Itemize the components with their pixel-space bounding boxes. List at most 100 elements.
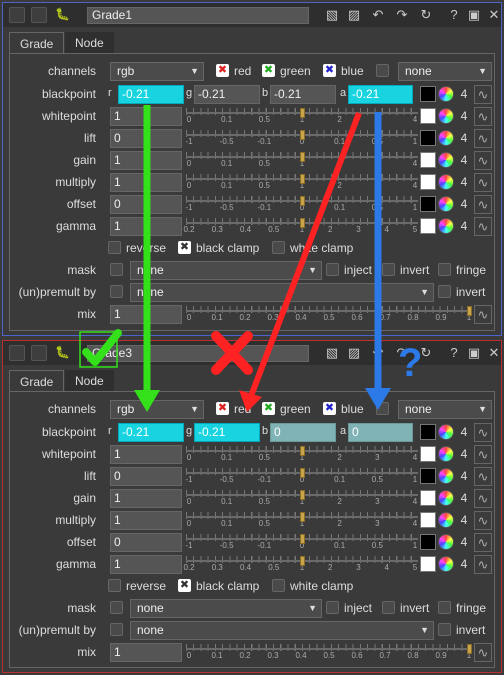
curve-icon[interactable]: ∿ (474, 173, 492, 192)
viewer-color-icon[interactable]: ▨ (345, 6, 363, 24)
close-icon[interactable]: ✕ (485, 344, 503, 362)
black-clamp-checkbox[interactable]: ✖ (178, 241, 191, 254)
tab-node[interactable]: Node (65, 370, 114, 392)
channel-count-button[interactable]: 4 (456, 152, 472, 169)
offset-color-swatch[interactable] (420, 534, 436, 550)
blue-checkbox[interactable]: ✖ (323, 64, 336, 77)
collapse-button[interactable] (9, 345, 25, 361)
color-wheel-icon[interactable] (438, 130, 454, 146)
lift-color-swatch[interactable] (420, 130, 436, 146)
lift-input[interactable]: 0 (110, 129, 182, 148)
viewer-toggle-button[interactable] (31, 345, 47, 361)
multiply-input[interactable]: 1 (110, 173, 182, 192)
green-checkbox[interactable]: ✖ (262, 64, 275, 77)
lift-slider[interactable]: -1 -0.5 -0.1 0 0.1 0.5 1 (185, 468, 418, 485)
blackpoint-b-input[interactable]: 0 (270, 423, 336, 442)
premult-dropdown[interactable]: none ▼ (130, 621, 434, 640)
channel-count-button[interactable]: 4 (456, 556, 472, 573)
blackpoint-g-input[interactable]: -0.21 (194, 423, 260, 442)
slider-handle[interactable] (467, 306, 472, 316)
gamma-input[interactable]: 1 (110, 217, 182, 236)
redo-icon[interactable]: ↷ (393, 344, 411, 362)
revert-icon[interactable]: ↻ (417, 6, 435, 24)
white-clamp-checkbox[interactable] (272, 241, 285, 254)
gamma-color-swatch[interactable] (420, 218, 436, 234)
curve-icon[interactable]: ∿ (474, 107, 492, 126)
whitepoint-slider[interactable]: 0 0.1 0.5 1 2 3 4 (186, 108, 418, 125)
gain-color-swatch[interactable] (420, 152, 436, 168)
lift-input[interactable]: 0 (110, 467, 182, 486)
node-name-field[interactable]: Grade3 (87, 345, 309, 362)
mask-checkbox[interactable] (110, 263, 123, 276)
node-color-icon[interactable]: ▧ (323, 344, 341, 362)
channel-count-button[interactable]: 4 (456, 108, 472, 125)
offset-input[interactable]: 0 (110, 195, 182, 214)
gamma-color-swatch[interactable] (420, 556, 436, 572)
redo-icon[interactable]: ↷ (393, 6, 411, 24)
channel-count-button[interactable]: 4 (456, 534, 472, 551)
curve-icon[interactable]: ∿ (474, 423, 492, 442)
undo-icon[interactable]: ↶ (369, 6, 387, 24)
gamma-slider[interactable]: 0.2 0.3 0.4 0.5 1 2 3 4 5 (183, 556, 418, 573)
curve-icon[interactable]: ∿ (474, 129, 492, 148)
color-wheel-icon[interactable] (438, 196, 454, 212)
curve-icon[interactable]: ∿ (474, 151, 492, 170)
curve-icon[interactable]: ∿ (474, 511, 492, 530)
gain-input[interactable]: 1 (110, 151, 182, 170)
node-color-icon[interactable]: ▧ (323, 6, 341, 24)
float-icon[interactable]: ▣ (465, 344, 483, 362)
curve-icon[interactable]: ∿ (474, 195, 492, 214)
offset-slider[interactable]: -1 -0.5 -0.1 0 0.1 0.5 1 (185, 196, 418, 213)
curve-icon[interactable]: ∿ (474, 467, 492, 486)
red-checkbox[interactable]: ✖ (216, 402, 229, 415)
undo-icon[interactable]: ↶ (369, 344, 387, 362)
inject-checkbox[interactable] (326, 601, 339, 614)
slider-handle[interactable] (467, 644, 472, 654)
mix-input[interactable]: 1 (110, 643, 182, 662)
fringe-checkbox[interactable] (438, 601, 451, 614)
multiply-color-swatch[interactable] (420, 174, 436, 190)
invert-checkbox[interactable] (382, 601, 395, 614)
channels-dropdown[interactable]: rgb ▼ (110, 62, 204, 81)
mask-dropdown[interactable]: none ▼ (130, 599, 322, 618)
lift-color-swatch[interactable] (420, 468, 436, 484)
fringe-checkbox[interactable] (438, 263, 451, 276)
revert-icon[interactable]: ↻ (417, 344, 435, 362)
whitepoint-input[interactable]: 1 (110, 107, 182, 126)
invert-checkbox[interactable] (382, 263, 395, 276)
channel-count-button[interactable]: 4 (456, 218, 472, 235)
lift-slider[interactable]: -1 -0.5 -0.1 0 0.1 0.5 1 (185, 130, 418, 147)
slider-handle[interactable] (300, 446, 305, 456)
offset-color-swatch[interactable] (420, 196, 436, 212)
inject-checkbox[interactable] (326, 263, 339, 276)
help-icon[interactable]: ? (445, 6, 463, 24)
premult-checkbox[interactable] (110, 623, 123, 636)
premult-dropdown[interactable]: none ▼ (130, 283, 434, 302)
channel-count-button[interactable]: 4 (456, 468, 472, 485)
offset-input[interactable]: 0 (110, 533, 182, 552)
gain-input[interactable]: 1 (110, 489, 182, 508)
color-wheel-icon[interactable] (438, 446, 454, 462)
help-icon[interactable]: ? (445, 344, 463, 362)
color-wheel-icon[interactable] (438, 424, 454, 440)
multiply-input[interactable]: 1 (110, 511, 182, 530)
node-name-field[interactable]: Grade1 (87, 7, 309, 24)
color-wheel-icon[interactable] (438, 534, 454, 550)
slider-handle[interactable] (300, 152, 305, 162)
tab-node[interactable]: Node (65, 32, 114, 54)
slider-handle[interactable] (300, 468, 305, 478)
curve-icon[interactable]: ∿ (474, 305, 492, 324)
color-wheel-icon[interactable] (438, 490, 454, 506)
reverse-checkbox[interactable] (108, 241, 121, 254)
multiply-slider[interactable]: 0 0.1 0.5 1 2 3 4 (186, 174, 418, 191)
whitepoint-input[interactable]: 1 (110, 445, 182, 464)
gamma-input[interactable]: 1 (110, 555, 182, 574)
gain-slider[interactable]: 0 0.1 0.5 1 2 3 4 (186, 490, 418, 507)
slider-handle[interactable] (300, 196, 305, 206)
reverse-checkbox[interactable] (108, 579, 121, 592)
color-wheel-icon[interactable] (438, 152, 454, 168)
extra-channel-dropdown[interactable]: none ▼ (398, 400, 492, 419)
channel-count-button[interactable]: 4 (456, 446, 472, 463)
curve-icon[interactable]: ∿ (474, 555, 492, 574)
channel-count-button[interactable]: 4 (456, 174, 472, 191)
